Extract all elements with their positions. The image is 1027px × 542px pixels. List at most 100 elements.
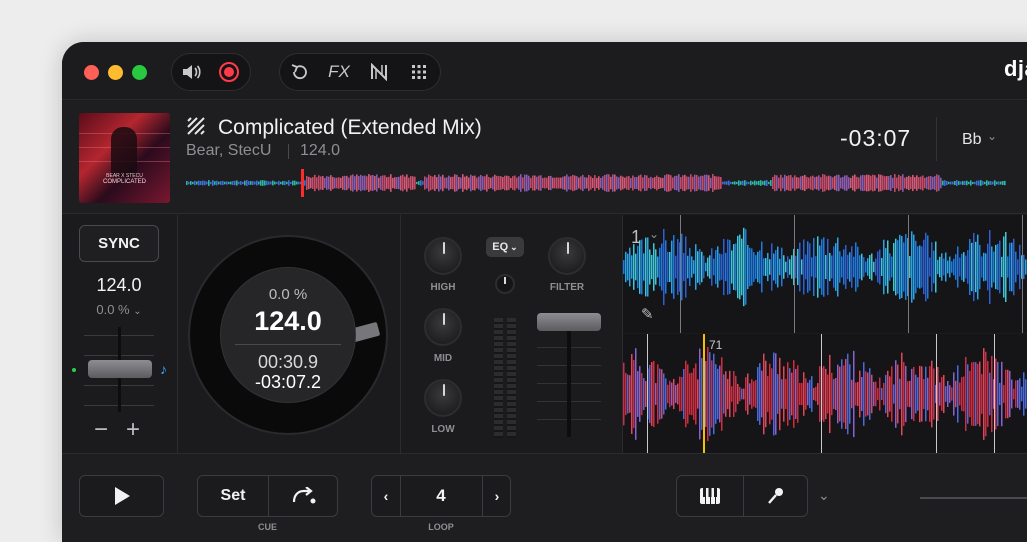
volume-fader-handle[interactable] (537, 313, 601, 331)
mid-eq-knob[interactable] (424, 308, 462, 346)
overview-bar (258, 181, 260, 185)
overview-bar (210, 181, 212, 185)
track-overview-waveform[interactable] (186, 169, 1006, 197)
chevron-down-icon[interactable]: ⌄ (818, 487, 830, 504)
waveform-bar (749, 247, 751, 287)
overview-bar (866, 174, 868, 192)
chevron-down-icon[interactable]: ⌄ (987, 129, 997, 143)
high-eq-knob[interactable] (424, 237, 462, 275)
overview-bar (398, 176, 400, 190)
filter-knob[interactable] (548, 237, 586, 275)
crossfader-track[interactable] (920, 497, 1027, 499)
waveform-bar (963, 376, 965, 412)
grid-icon[interactable] (404, 54, 434, 90)
waveform-bar (847, 353, 849, 435)
waveform-bar (853, 256, 855, 278)
key-selector[interactable]: Bb (962, 131, 982, 149)
waveform-bar (795, 255, 797, 279)
waveform-bar (627, 374, 629, 414)
play-button[interactable] (79, 475, 164, 517)
overview-bar (332, 176, 334, 190)
overview-bar (382, 175, 384, 191)
waveform-bar (929, 257, 931, 277)
chevron-down-icon[interactable]: ⌄ (649, 227, 659, 241)
overview-bar (986, 180, 988, 186)
waveform-bar (671, 382, 673, 406)
neural-mix-icon[interactable] (364, 54, 394, 90)
waveform-bar (815, 256, 817, 278)
volume-fader-track[interactable] (567, 325, 571, 437)
waveform-bar (917, 377, 919, 411)
loop-decrease-button[interactable]: ‹ (372, 476, 400, 516)
piano-keys-button[interactable] (677, 476, 743, 516)
microphone-button[interactable] (744, 476, 808, 516)
low-eq-knob[interactable] (424, 379, 462, 417)
waveform-bar (729, 240, 731, 294)
overview-bar (756, 181, 758, 185)
speaker-icon[interactable] (176, 54, 206, 90)
eq-mode-button[interactable]: EQ ⌄ (486, 237, 524, 257)
overview-bar (992, 181, 994, 185)
waveform-bar (905, 365, 907, 423)
filter-label: FILTER (549, 282, 585, 293)
waveform-bar (631, 255, 633, 279)
overview-bar (776, 175, 778, 191)
fx-icon[interactable]: FX (324, 54, 354, 90)
waveform-bar (623, 260, 625, 274)
overview-bar (422, 181, 424, 185)
zoom-window-button[interactable] (132, 65, 147, 80)
cue-jump-button[interactable] (269, 476, 338, 516)
waveform-bar (967, 364, 969, 424)
set-cue-button[interactable]: Set (198, 476, 268, 516)
waveform-bar (815, 386, 817, 402)
loop-length[interactable]: 4 (401, 476, 481, 516)
waveform-bar (931, 360, 933, 428)
overview-bar (530, 177, 532, 189)
overview-bar (186, 181, 188, 185)
minimize-window-button[interactable] (108, 65, 123, 80)
waveform-bar (661, 369, 663, 419)
overview-bar (198, 180, 200, 186)
deck-waveform-top[interactable]: 1 ⌄ ✎ (623, 215, 1027, 333)
pitch-slider-handle[interactable] (88, 360, 152, 378)
waveform-bar (979, 361, 981, 427)
music-note-icon[interactable]: ♪ (160, 361, 167, 377)
pitch-selector[interactable]: 0.0 % ⌄ (79, 302, 159, 317)
overview-bar (616, 176, 618, 190)
overview-bar (534, 175, 536, 191)
overview-bar (824, 174, 826, 192)
overview-bar (670, 175, 672, 191)
beat-grid-line (821, 334, 822, 453)
close-window-button[interactable] (84, 65, 99, 80)
overview-bar (540, 175, 542, 191)
pencil-icon[interactable]: ✎ (641, 305, 654, 323)
overview-bar (508, 176, 510, 190)
loop-icon[interactable] (286, 54, 316, 90)
overview-bar (660, 177, 662, 189)
overview-bar (644, 175, 646, 191)
overview-bar (952, 181, 954, 185)
overview-bar (950, 181, 952, 185)
waveform-bar (883, 239, 885, 295)
overview-bar (304, 180, 306, 186)
overview-bar (966, 180, 968, 186)
overview-bar (908, 175, 910, 191)
sync-button[interactable]: SYNC (79, 225, 159, 262)
gain-knob[interactable] (495, 274, 515, 294)
loop-increase-button[interactable]: › (483, 476, 511, 516)
jog-wheel[interactable]: 0.0 % 124.0 00:30.9 -03:07.2 (188, 235, 388, 435)
waveform-bar (1019, 378, 1021, 410)
pitch-minus-button[interactable]: − (94, 418, 108, 442)
overview-bar (462, 174, 464, 192)
overview-bar (742, 180, 744, 186)
pitch-plus-button[interactable]: + (126, 418, 140, 442)
waveform-bar (739, 234, 741, 300)
waveform-bar (757, 367, 759, 421)
overview-bar (722, 181, 724, 185)
waveform-bar (927, 235, 929, 299)
jog-pitch: 0.0 % (268, 286, 308, 303)
record-icon[interactable] (214, 54, 244, 90)
waveform-bar (1011, 379, 1013, 409)
deck-waveform-bottom[interactable]: 71 (623, 334, 1027, 453)
beat-grid-line (936, 334, 937, 453)
